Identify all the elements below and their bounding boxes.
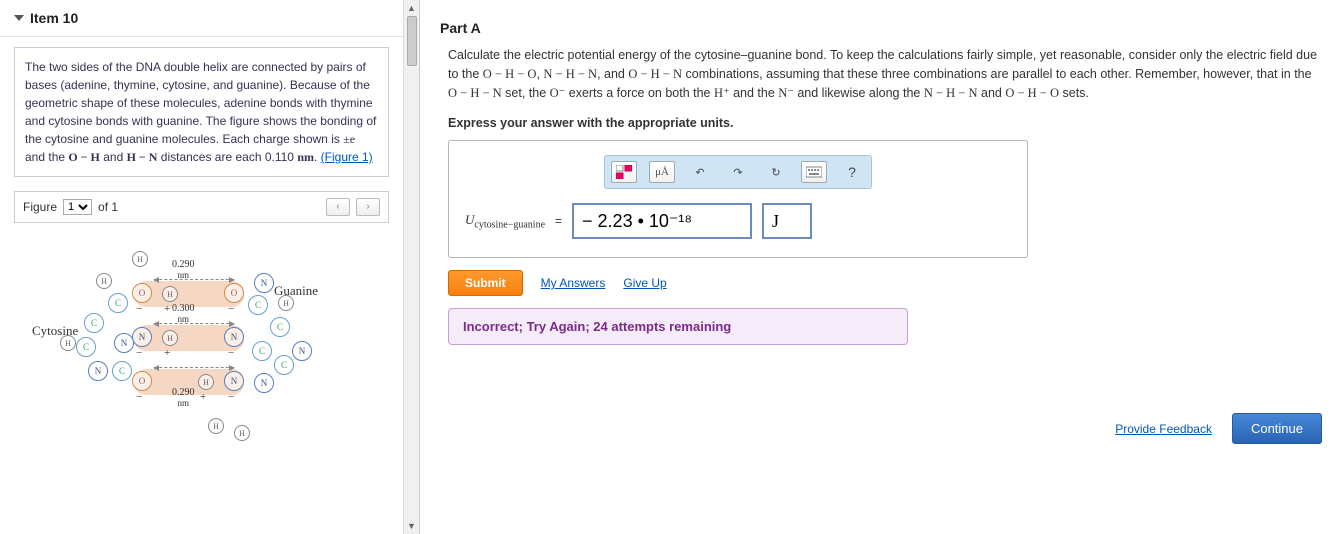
part-title: Part A: [440, 20, 1322, 36]
my-answers-link[interactable]: My Answers: [541, 276, 606, 290]
equals-sign: =: [555, 214, 562, 228]
item-header[interactable]: Item 10: [0, 0, 403, 37]
provide-feedback-link[interactable]: Provide Feedback: [1115, 422, 1212, 436]
equation-lhs: Ucytosine−guanine: [465, 212, 545, 231]
item-title: Item 10: [30, 10, 78, 26]
feedback-message: Incorrect; Try Again; 24 attempts remain…: [448, 308, 908, 345]
figure-next-button[interactable]: ›: [356, 198, 380, 216]
undo-icon[interactable]: ↶: [687, 161, 713, 183]
redo-icon[interactable]: ↷: [725, 161, 751, 183]
figure-label: Figure: [23, 200, 57, 214]
help-icon[interactable]: ?: [839, 161, 865, 183]
keyboard-icon[interactable]: [801, 161, 827, 183]
answer-panel: μÅ ↶ ↷ ↻ ? Ucytosine−guanine =: [448, 140, 1028, 258]
figure-bar: Figure 1 of 1 ‹ ›: [14, 191, 389, 223]
left-pane: Item 10 The two sides of the DNA double …: [0, 0, 420, 534]
answer-value-input[interactable]: [572, 203, 752, 239]
problem-description: The two sides of the DNA double helix ar…: [14, 47, 389, 177]
scroll-down-icon[interactable]: ▼: [406, 520, 418, 532]
right-pane: Part A Calculate the electric potential …: [420, 0, 1342, 534]
submit-row: Submit My Answers Give Up: [448, 270, 1322, 296]
scroll-thumb[interactable]: [407, 16, 417, 66]
answer-unit-input[interactable]: [762, 203, 812, 239]
scroll-up-icon[interactable]: ▲: [406, 2, 418, 14]
equation-toolbar: μÅ ↶ ↷ ↻ ?: [604, 155, 872, 189]
reset-icon[interactable]: ↻: [763, 161, 789, 183]
figure-prev-button[interactable]: ‹: [326, 198, 350, 216]
equation-row: Ucytosine−guanine =: [465, 203, 1011, 239]
give-up-link[interactable]: Give Up: [623, 276, 666, 290]
question-text: Calculate the electric potential energy …: [448, 46, 1322, 102]
figure-select[interactable]: 1: [63, 199, 92, 215]
submit-button[interactable]: Submit: [448, 270, 523, 296]
collapse-icon[interactable]: [14, 13, 24, 23]
template-icon[interactable]: [611, 161, 637, 183]
figure-of: of 1: [98, 200, 118, 214]
figure-link[interactable]: (Figure 1): [321, 150, 373, 164]
units-button[interactable]: μÅ: [649, 161, 675, 183]
figure-image: Cytosine Guanine O H O − + − 0.290nm N: [14, 233, 389, 483]
continue-button[interactable]: Continue: [1232, 413, 1322, 444]
footer-row: Provide Feedback Continue: [1115, 413, 1322, 444]
express-instruction: Express your answer with the appropriate…: [448, 116, 1322, 130]
left-scrollbar[interactable]: ▲ ▼: [403, 0, 419, 534]
